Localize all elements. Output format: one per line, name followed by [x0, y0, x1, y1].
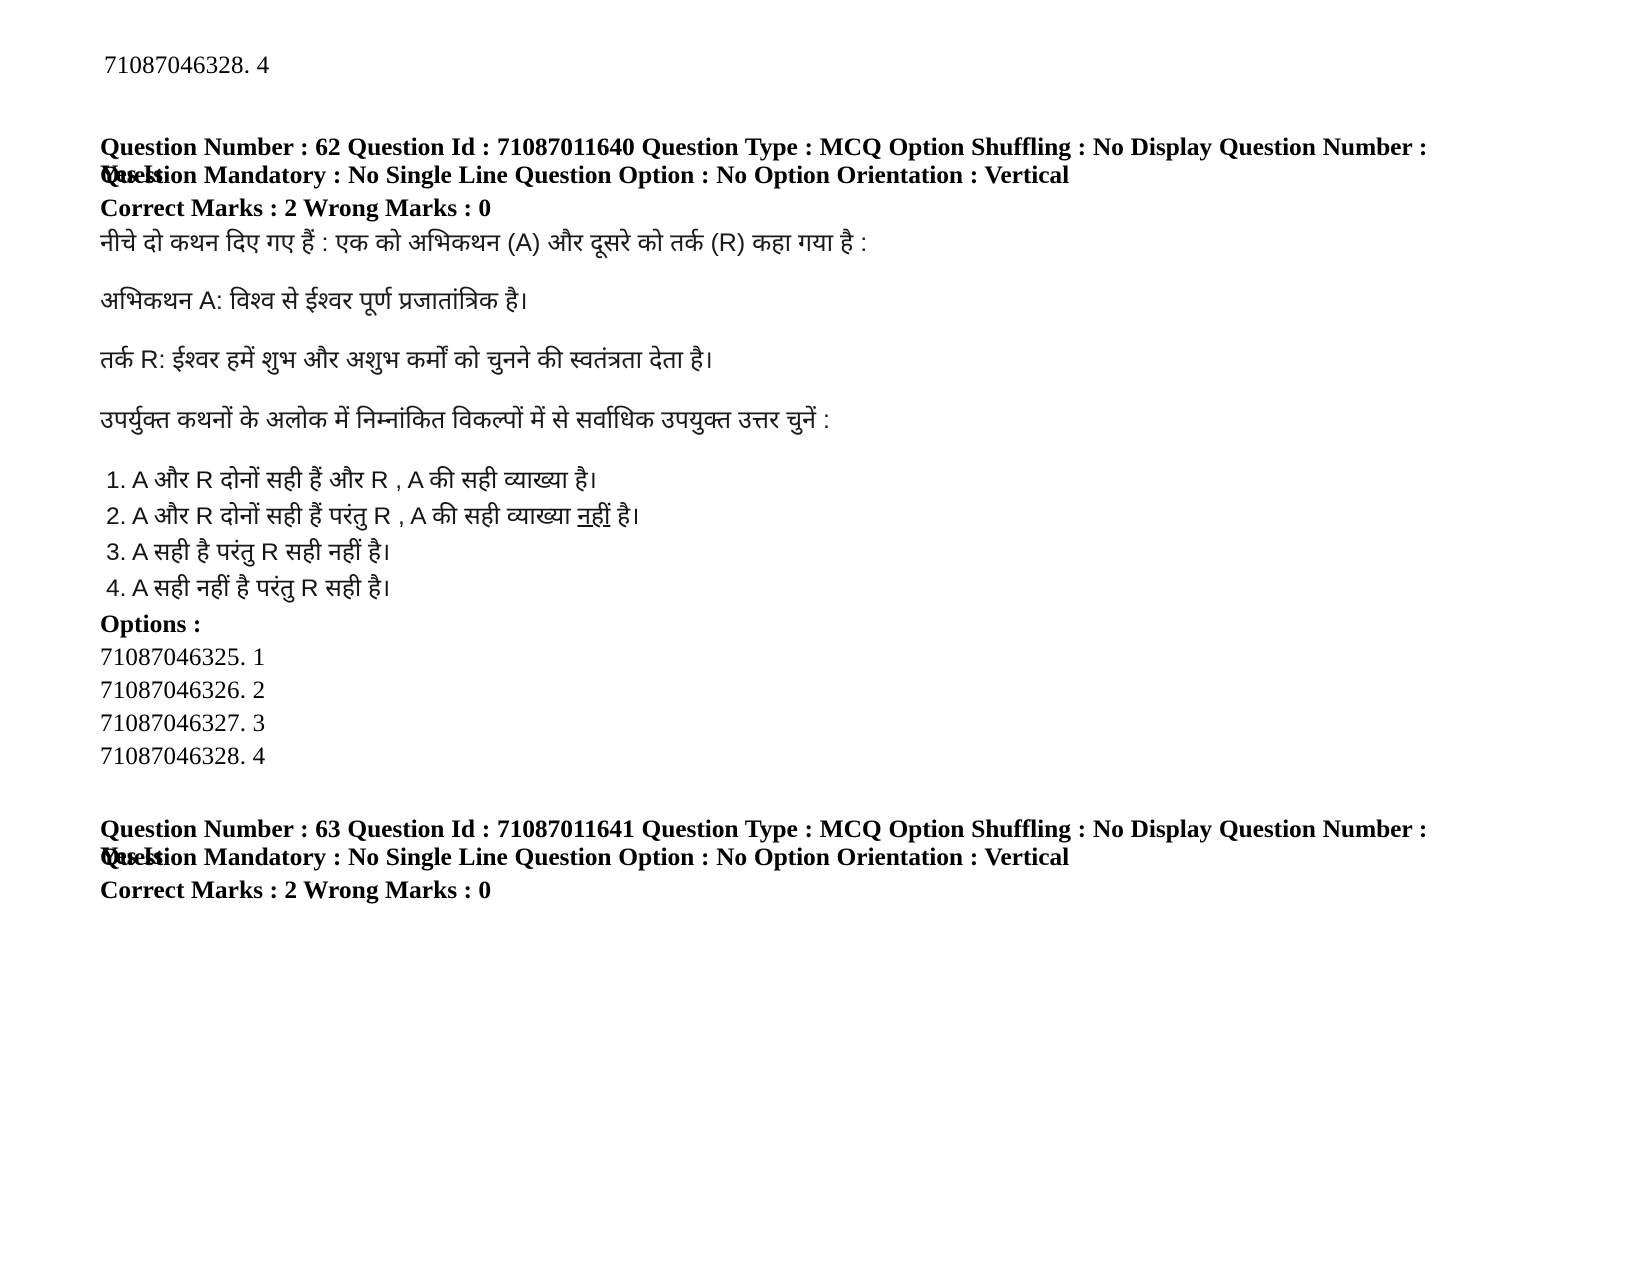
- option-id-list: 71087046325. 1 71087046326. 2 7108704632…: [100, 641, 265, 773]
- question-62-marks-line: Correct Marks : 2 Wrong Marks : 0: [100, 192, 1430, 224]
- choice-text: A और R दोनों सही हैं और R , A की सही व्य…: [132, 467, 597, 494]
- question-62-meta-line-2: Question Mandatory : No Single Line Ques…: [100, 161, 1440, 188]
- question-63-marks-line: Correct Marks : 2 Wrong Marks : 0: [100, 874, 1430, 906]
- question-62-assertion-text: अभिकथन A: विश्व से ईश्वर पूर्ण प्रजातांत…: [100, 287, 528, 315]
- choice-item[interactable]: 2. A और R दोनों सही हैं परंतु R , A की सह…: [106, 499, 1306, 535]
- choice-number: 4.: [106, 575, 127, 602]
- choice-item[interactable]: 4. A सही नहीं है परंतु R सही है।: [106, 571, 1306, 607]
- option-id-row: 71087046325. 1: [100, 644, 266, 671]
- question-63-meta-line-2: Question Mandatory : No Single Line Ques…: [100, 843, 1440, 870]
- choice-number: 1.: [106, 467, 127, 494]
- choice-item[interactable]: 1. A और R दोनों सही हैं और R , A की सही व…: [106, 463, 1306, 499]
- choice-text: A और R दोनों सही हैं परंतु R , A की सही …: [132, 503, 578, 530]
- choice-number: 3.: [106, 539, 127, 566]
- options-label: Options :: [100, 609, 202, 638]
- question-62-marks-text: Correct Marks : 2 Wrong Marks : 0: [100, 193, 492, 222]
- choice-emphasis: नहीं: [577, 503, 611, 530]
- question-62-intro-text: नीचे दो कथन दिए गए हैं : एक को अभिकथन (A…: [100, 229, 868, 257]
- carryover-option-id: 71087046328. 4: [104, 52, 270, 79]
- choice-item[interactable]: 3. A सही है परंतु R सही नहीं है।: [106, 535, 1306, 571]
- choice-text: A सही नहीं है परंतु R सही है।: [132, 575, 391, 602]
- question-62-choice-list: 1. A और R दोनों सही हैं और R , A की सही व…: [106, 463, 1306, 607]
- option-id-row: 71087046327. 3: [100, 710, 266, 737]
- question-63-marks-text: Correct Marks : 2 Wrong Marks : 0: [100, 875, 492, 904]
- choice-number: 2.: [106, 503, 127, 530]
- question-63-meta-text-2: Question Mandatory : No Single Line Ques…: [100, 842, 1070, 871]
- option-id-row: 71087046326. 2: [100, 677, 266, 704]
- question-62-reason-text: तर्क R: ईश्वर हमें शुभ और अशुभ कर्मों को…: [100, 346, 713, 374]
- question-62-meta-text-2: Question Mandatory : No Single Line Ques…: [100, 160, 1070, 189]
- question-62-prompt-text: उपर्युक्त कथनों के अलोक में निम्नांकित व…: [100, 406, 830, 434]
- choice-text: A सही है परंतु R सही नहीं है।: [132, 539, 391, 566]
- exam-question-paper-page: 71087046328. 4 Question Number : 62 Ques…: [0, 0, 1650, 1275]
- choice-text-tail: है।: [610, 503, 640, 530]
- option-id-row: 71087046328. 4: [100, 743, 266, 770]
